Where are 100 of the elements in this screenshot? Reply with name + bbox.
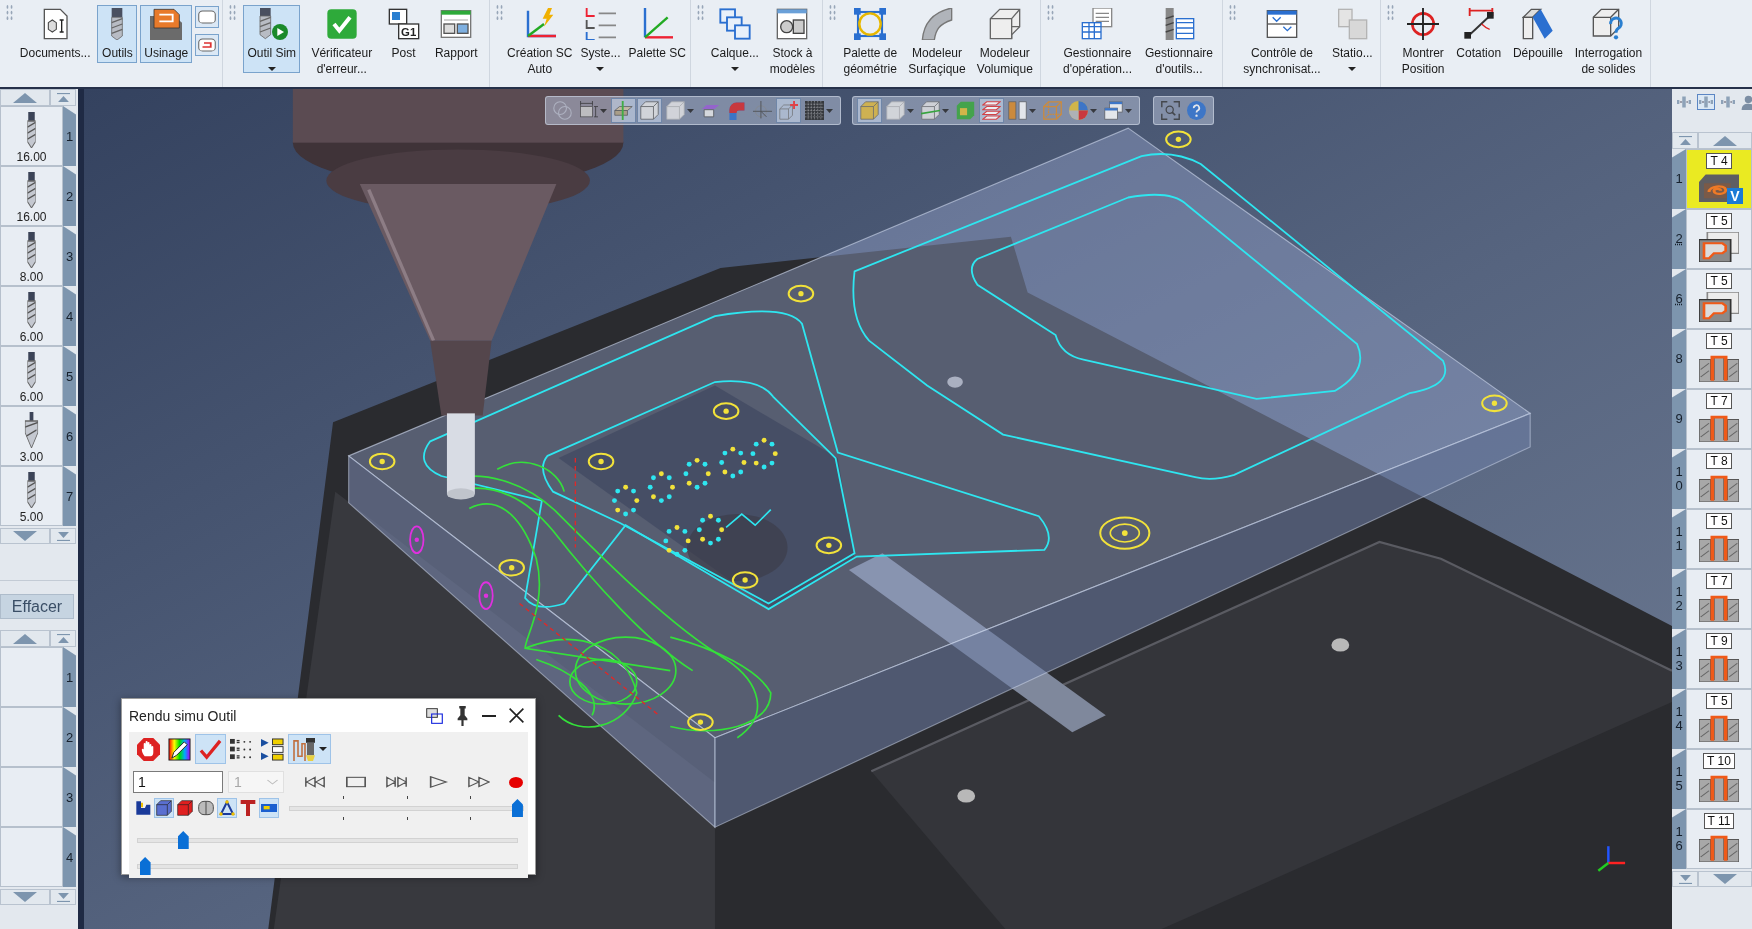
ribbon-button[interactable]: G1 Post [383,5,424,63]
tool-list-item[interactable]: 8.00 [0,226,63,286]
operation-number-tab[interactable]: 11 [1672,509,1686,569]
operation-number-tab[interactable]: 9 [1672,389,1686,449]
ribbon-button[interactable]: Modeleur Volumique [972,5,1037,79]
number-tab[interactable]: 7 [63,466,76,526]
ribbon-button[interactable]: Syste... [576,5,625,73]
tool-list-item[interactable]: 6.00 [0,286,63,346]
scroll-to-top-button[interactable] [50,89,76,106]
view-mode-button[interactable] [1719,94,1737,110]
ribbon-button[interactable]: Palette SC [624,5,690,63]
view-mode-button[interactable] [1675,94,1693,110]
scroll-down-button[interactable] [0,528,50,544]
number-tab[interactable]: 1 [63,106,76,166]
operation-number-tab[interactable]: 15 [1672,749,1686,809]
operation-number-tab[interactable]: 6 [1672,269,1686,329]
number-tab[interactable]: 1 [63,647,76,707]
operation-item[interactable]: T 7 [1686,569,1752,629]
scroll-up-button[interactable] [1698,132,1752,149]
tool-list-item[interactable]: 6.00 [0,346,63,406]
ribbon-button[interactable]: Interrogation de solides [1570,5,1647,79]
ribbon-button[interactable]: Documents... [15,5,95,63]
slider-thumb[interactable] [139,857,151,875]
toolbar-button[interactable] [288,734,331,764]
small-toolbar-button[interactable] [195,6,220,28]
number-tab[interactable]: 2 [63,166,76,226]
ribbon-button[interactable]: Montrer Position [1397,5,1449,79]
ribbon-button[interactable]: Outil Sim [243,5,301,73]
operation-item[interactable]: T 5 [1686,689,1752,749]
ribbon-button[interactable]: Palette de géométrie [839,5,902,79]
scroll-to-top-button[interactable] [50,630,76,647]
step-field[interactable]: 1 [133,771,223,793]
step-forward-button[interactable] [385,774,409,790]
operation-item[interactable]: T 5 [1686,509,1752,569]
operation-item[interactable]: T 5 [1686,329,1752,389]
small-toolbar-button[interactable] [195,34,220,56]
scroll-to-top-button[interactable] [1672,132,1698,149]
ribbon-button[interactable]: Stock à modèles [765,5,820,79]
ribbon-button[interactable]: Rapport [430,5,482,63]
scroll-to-bottom-button[interactable] [50,889,76,905]
number-tab[interactable]: 2 [63,707,76,767]
record-button[interactable] [508,775,524,789]
close-button[interactable] [508,707,525,724]
operation-item[interactable]: T 9 [1686,629,1752,689]
scroll-to-bottom-button[interactable] [50,528,76,544]
operation-item[interactable]: T 4 V [1686,149,1752,209]
fast-forward-button[interactable] [467,774,491,790]
slider-track[interactable] [137,830,518,850]
number-tab[interactable]: 5 [63,346,76,406]
ribbon-button[interactable]: Dépouille [1508,5,1567,63]
toggle-button[interactable] [196,798,216,818]
toggle-button[interactable] [154,798,174,818]
pin-button[interactable] [455,704,470,727]
tool-list-item[interactable]: 16.00 [0,166,63,226]
ribbon-button[interactable]: Modeleur Surfaçique [904,5,970,79]
operation-item[interactable]: T 7 [1686,389,1752,449]
operation-number-tab[interactable]: 12 [1672,569,1686,629]
operation-number-tab[interactable]: 14 [1672,689,1686,749]
toggle-button[interactable] [175,798,195,818]
number-tab[interactable]: 6 [63,406,76,466]
tool-list-item[interactable]: 16.00 [0,106,63,166]
ribbon-button[interactable]: Gestionnaire d'outils... [1140,5,1217,79]
slider-thumb[interactable] [511,799,523,817]
slider-thumb[interactable] [177,831,189,849]
scroll-up-button[interactable] [0,630,50,647]
operation-item[interactable]: T 5 [1686,269,1752,329]
slider-track[interactable] [137,856,518,876]
number-tab[interactable]: 3 [63,767,76,827]
operation-item[interactable]: T 5 [1686,209,1752,269]
skip-to-start-button[interactable] [303,774,327,790]
stop-button[interactable] [344,774,368,790]
operation-number-tab[interactable]: 8 [1672,329,1686,389]
ribbon-button[interactable]: Statio... [1328,5,1377,73]
ribbon-button[interactable]: Outils [97,5,138,63]
operation-number-tab[interactable]: 13 [1672,629,1686,689]
restore-button[interactable] [425,706,444,725]
tool-list-item[interactable]: 3.00 [0,406,63,466]
toggle-button[interactable] [259,798,279,818]
scroll-down-button[interactable] [0,889,50,905]
ribbon-button[interactable]: Usinage [140,5,193,63]
number-tab[interactable]: 4 [63,286,76,346]
operation-number-tab[interactable]: 16 [1672,809,1686,869]
operation-number-tab[interactable]: 10 [1672,449,1686,509]
tool-list-item[interactable]: 5.00 [0,466,63,526]
ribbon-button[interactable]: Contrôle de synchronisat... [1239,5,1325,79]
ribbon-button[interactable]: Calque... [706,5,763,73]
operation-item[interactable]: T 8 [1686,449,1752,509]
toggle-button[interactable] [133,798,153,818]
slider-track[interactable] [289,796,524,820]
scroll-to-bottom-button[interactable] [1672,871,1698,887]
ribbon-button[interactable]: Création SC Auto [503,5,577,79]
ribbon-button[interactable]: Gestionnaire d'opération... [1058,5,1136,79]
operation-number-tab[interactable]: 2 [1672,209,1686,269]
scroll-up-button[interactable] [0,89,50,106]
toggle-button[interactable] [217,798,237,818]
number-tab[interactable]: 4 [63,827,76,887]
operation-number-tab[interactable]: 1 [1672,149,1686,209]
clear-button[interactable]: Effacer [0,594,74,619]
operation-item[interactable]: T 11 [1686,809,1752,869]
ribbon-button[interactable]: Cotation [1452,5,1506,63]
